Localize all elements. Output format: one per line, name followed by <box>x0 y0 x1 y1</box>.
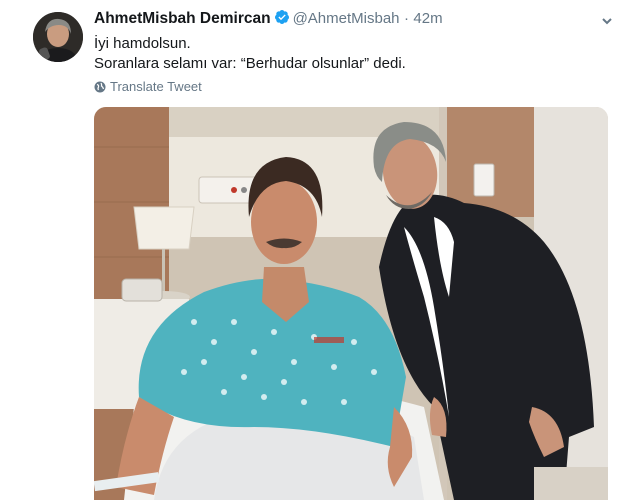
separator-dot: · <box>403 10 409 27</box>
tweet-text-line-2: Soranlara selamı var: “Berhudar olsunlar… <box>94 55 406 72</box>
tweet-header: AhmetMisbah Demircan @AhmetMisbah · 42m <box>94 9 614 31</box>
translate-tweet-label: Translate Tweet <box>110 79 202 94</box>
verified-badge-icon <box>274 9 290 30</box>
author-display-name[interactable]: AhmetMisbah Demircan <box>94 10 271 27</box>
author-handle[interactable]: @AhmetMisbah <box>293 10 400 27</box>
tweet-text-line-1: İyi hamdolsun. <box>94 35 191 52</box>
translate-tweet-link[interactable]: Translate Tweet <box>94 79 202 96</box>
tweet-timestamp[interactable]: 42m <box>413 10 442 27</box>
chevron-down-icon[interactable] <box>600 14 614 25</box>
avatar[interactable] <box>33 12 83 62</box>
tweet[interactable]: AhmetMisbah Demircan @AhmetMisbah · 42m İ… <box>0 0 642 500</box>
avatar-portrait <box>33 12 83 62</box>
hospital-room-photo <box>94 107 608 500</box>
tweet-photo[interactable] <box>94 107 608 500</box>
globe-icon <box>94 81 106 96</box>
